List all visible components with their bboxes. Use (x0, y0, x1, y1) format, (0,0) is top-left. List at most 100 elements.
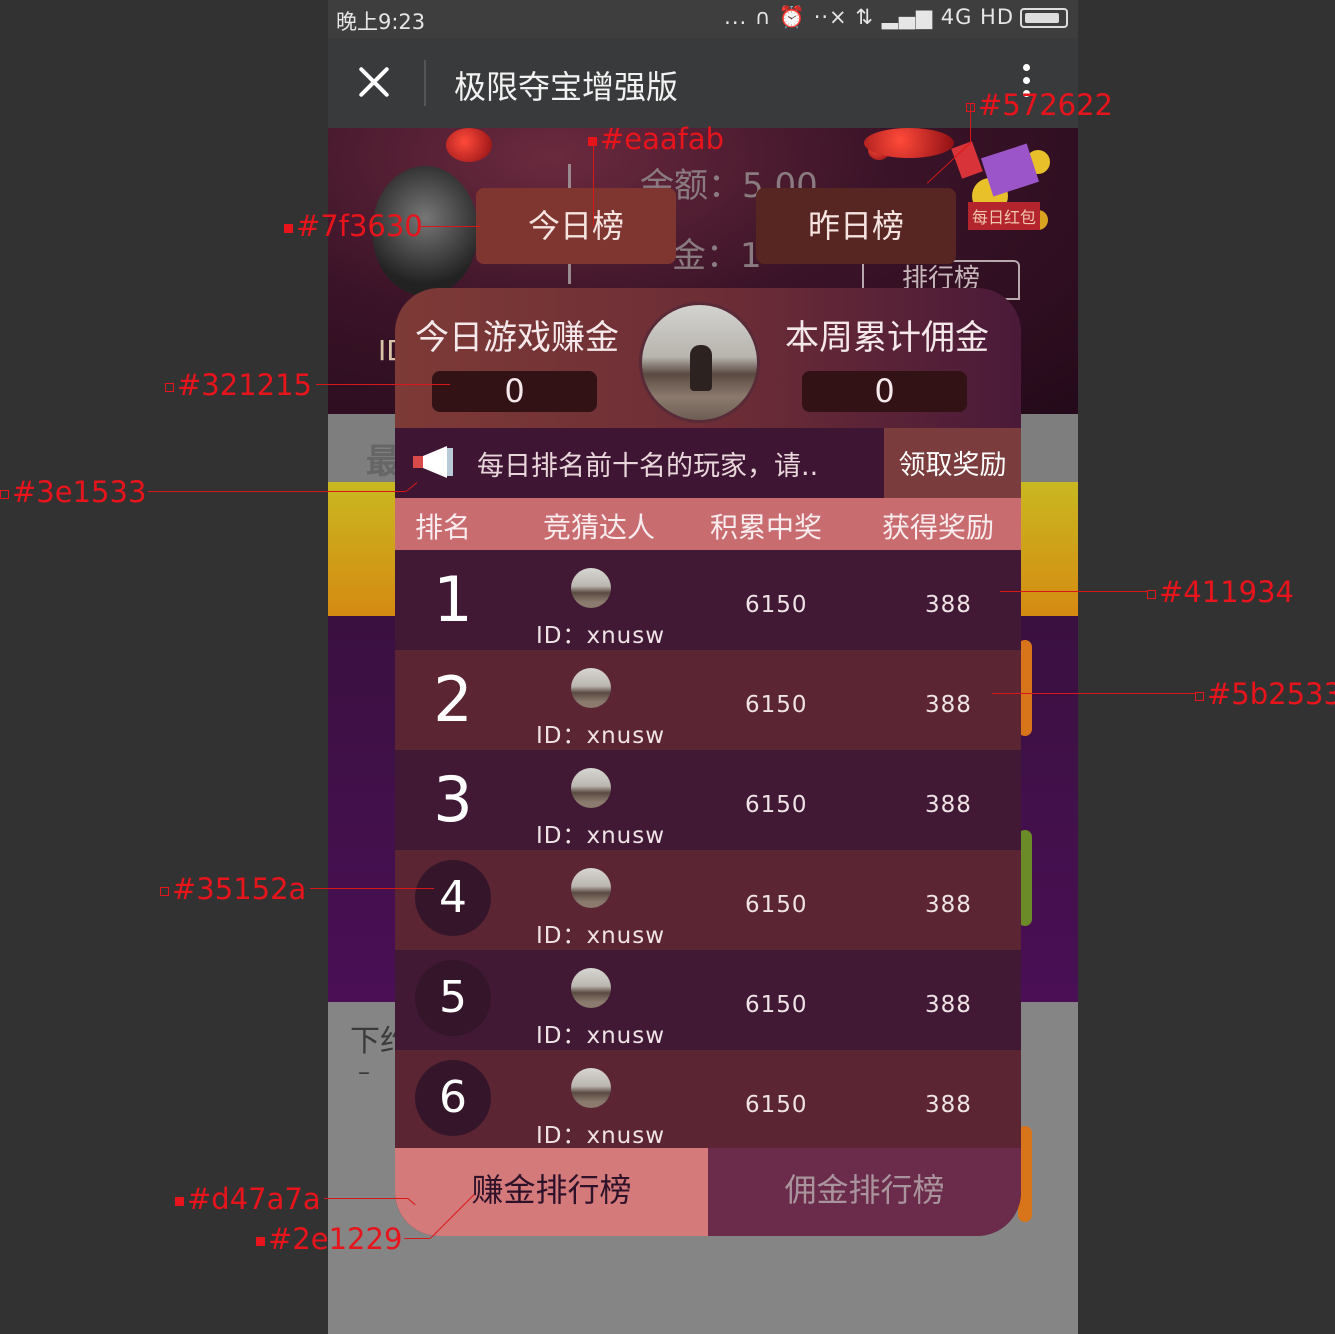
panel-avatar (639, 302, 760, 423)
claim-reward-button[interactable]: 领取奖励 (884, 428, 1021, 498)
annotation-leader (148, 491, 406, 492)
player-score: 6150 (745, 1092, 808, 1118)
notice-text: 每日排名前十名的玩家，请.. (477, 451, 819, 482)
annotation-label: #411934 (1159, 575, 1295, 609)
column-header-player: 竞猜达人 (543, 511, 656, 544)
player-avatar (571, 768, 611, 808)
annotation-label: #321215 (177, 368, 313, 402)
player-reward: 388 (925, 892, 972, 918)
rank-number: 1 (433, 563, 473, 636)
color-annotation: #411934 (1147, 575, 1294, 609)
tab-commission-ranking[interactable]: 佣金排行榜 (708, 1148, 1021, 1236)
player-id: ID：xnusw (536, 723, 666, 749)
close-icon[interactable] (354, 62, 394, 102)
annotation-leader (1000, 591, 1147, 592)
tab-today[interactable]: 今日榜 (476, 188, 676, 264)
player-avatar (571, 868, 611, 908)
color-annotation: #35152a (160, 872, 306, 906)
status-icons: ... ∩ ⏰ ··× ⇅ ▂▄▆ 4G HD (724, 5, 1014, 29)
color-annotation: #7f3630 (284, 209, 423, 243)
footer-dash: – (358, 1058, 370, 1086)
annotation-leader (324, 1198, 408, 1199)
weekly-commission-label: 本周累计佣金 (785, 318, 989, 358)
player-score: 6150 (745, 692, 808, 718)
player-reward: 388 (925, 592, 972, 618)
table-row: 1 ID：xnusw 6150 388 (395, 550, 1021, 650)
status-time: 晚上9:23 (336, 10, 426, 34)
column-header-rank: 排名 (415, 511, 472, 544)
color-annotation: #3e1533 (0, 475, 146, 509)
rank-badge: 5 (415, 960, 491, 1036)
player-score: 6150 (745, 992, 808, 1018)
annotation-label: #3e1533 (12, 475, 147, 509)
table-header: 排名 竞猜达人 积累中奖 获得奖励 (395, 498, 1021, 550)
annotation-label: #35152a (172, 872, 307, 906)
player-avatar (571, 1068, 611, 1108)
player-id: ID：xnusw (536, 923, 666, 949)
annotation-leader (310, 888, 434, 889)
player-reward: 388 (925, 792, 972, 818)
player-id: ID：xnusw (536, 1023, 666, 1049)
annotation-leader (420, 226, 480, 227)
page-title: 极限夺宝增强版 (454, 68, 679, 106)
table-row: 5 ID：xnusw 6150 388 (395, 950, 1021, 1050)
gold-text: 金：1 (672, 236, 762, 276)
panel-footer-tabs: 赚金排行榜 佣金排行榜 (395, 1148, 1021, 1236)
player-avatar (571, 568, 611, 608)
color-annotation: #d47a7a (175, 1182, 321, 1216)
color-annotation: #5b2533 (1195, 677, 1335, 711)
rank-number: 2 (433, 663, 473, 736)
status-bar: 晚上9:23 ... ∩ ⏰ ··× ⇅ ▂▄▆ 4G HD (328, 0, 1078, 38)
player-score: 6150 (745, 892, 808, 918)
player-score: 6150 (745, 592, 808, 618)
lantern-icon (864, 128, 954, 158)
color-annotation: #321215 (165, 368, 312, 402)
rank-number: 3 (433, 763, 473, 836)
annotation-label: #5b2533 (1207, 677, 1335, 711)
megaphone-icon (413, 446, 453, 478)
color-annotation: #572622 (966, 88, 1113, 122)
battery-icon (1020, 8, 1068, 28)
rank-badge: 6 (415, 1060, 491, 1136)
panel-header: 今日游戏赚金 0 本周累计佣金 0 (395, 288, 1021, 428)
column-header-reward: 获得奖励 (882, 511, 995, 544)
player-reward: 388 (925, 992, 972, 1018)
divider (424, 60, 426, 106)
table-row: 2 ID：xnusw 6150 388 (395, 650, 1021, 750)
player-id: ID：xnusw (536, 623, 666, 649)
annotation-leader (992, 693, 1195, 694)
rank-badge: 4 (415, 860, 491, 936)
annotation-leader (316, 384, 450, 385)
status-indicators: ... ∩ ⏰ ··× ⇅ ▂▄▆ 4G HD (724, 5, 1068, 30)
lantern-icon (446, 128, 492, 162)
player-avatar (571, 968, 611, 1008)
table-row: 3 ID：xnusw 6150 388 (395, 750, 1021, 850)
annotation-leader (404, 1238, 430, 1239)
player-id: ID：xnusw (536, 823, 666, 849)
tab-yesterday[interactable]: 昨日榜 (756, 188, 956, 264)
annotation-leader (970, 104, 971, 144)
annotation-label: #7f3630 (296, 209, 423, 243)
annotation-label: #2e1229 (268, 1222, 403, 1256)
annotation-leader (593, 140, 594, 226)
annotation-label: #d47a7a (187, 1182, 321, 1216)
daily-earnings-value: 0 (432, 371, 597, 412)
color-annotation: #2e1229 (256, 1222, 402, 1256)
leaderboard-panel: 今日游戏赚金 0 本周累计佣金 0 每日排名前十名的玩家，请.. 领取奖励 排名… (395, 288, 1021, 1236)
player-id: ID：xnusw (536, 1123, 666, 1149)
notice-bar: 每日排名前十名的玩家，请.. 领取奖励 (395, 428, 1021, 498)
color-annotation: #eaafab (588, 122, 724, 156)
red-packet-label[interactable]: 每日红包 (968, 202, 1041, 230)
player-avatar (571, 668, 611, 708)
player-reward: 388 (925, 692, 972, 718)
daily-earnings-label: 今日游戏赚金 (415, 318, 619, 358)
table-row: 6 ID：xnusw 6150 388 (395, 1050, 1021, 1150)
player-score: 6150 (745, 792, 808, 818)
column-header-score: 积累中奖 (710, 511, 823, 544)
weekly-commission-value: 0 (802, 371, 967, 412)
table-row: 4 ID：xnusw 6150 388 (395, 850, 1021, 950)
tab-earnings-ranking[interactable]: 赚金排行榜 (395, 1148, 708, 1236)
annotation-label: #572622 (978, 88, 1114, 122)
annotation-label: #eaafab (600, 122, 725, 156)
player-reward: 388 (925, 1092, 972, 1118)
